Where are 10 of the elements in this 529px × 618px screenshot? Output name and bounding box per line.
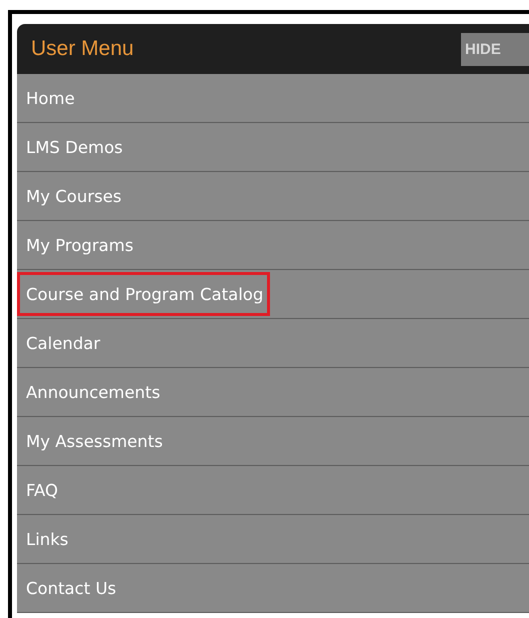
menu-item[interactable]: Calendar bbox=[17, 321, 100, 365]
menu-item[interactable]: Contact Us bbox=[17, 566, 116, 610]
menu-item[interactable]: Links bbox=[17, 517, 68, 561]
menu-item[interactable]: FAQ bbox=[17, 468, 58, 512]
menu-title: User Menu bbox=[31, 37, 134, 61]
menu-item[interactable]: LMS Demos bbox=[17, 125, 123, 169]
hide-button[interactable]: HIDE bbox=[461, 32, 529, 66]
menu-item[interactable]: Course and Program Catalog bbox=[17, 272, 270, 316]
menu-item[interactable]: Home bbox=[17, 76, 75, 120]
menu-item[interactable]: My Courses bbox=[17, 174, 122, 218]
